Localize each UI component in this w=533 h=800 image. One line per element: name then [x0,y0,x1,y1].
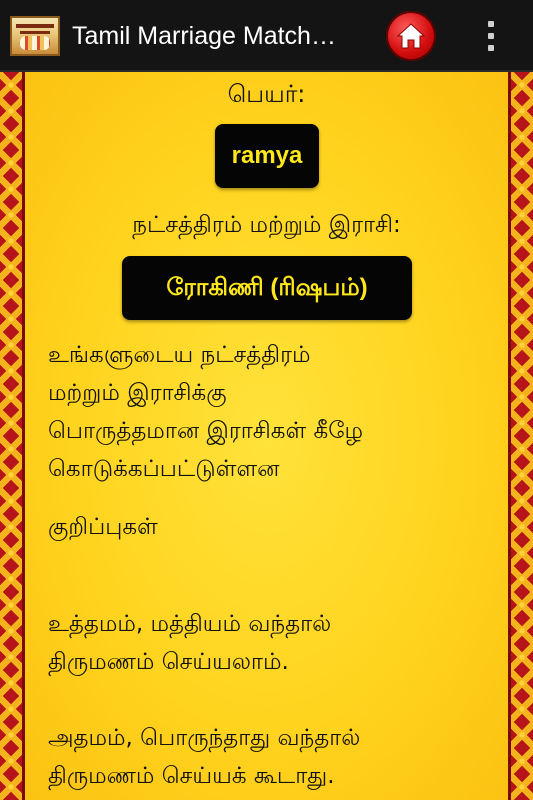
star-rasi-label: நட்சத்திரம் மற்றும் இராசி: [132,212,401,238]
border-divider-right [508,72,511,800]
name-value-button[interactable]: ramya [215,124,319,188]
note-2-line: அதமம், பொருந்தாது வந்தால் [48,725,361,751]
note-2: அதமம், பொருந்தாது வந்தால் திருமணம் செய்ய… [48,719,488,795]
notes-heading: குறிப்புகள் [48,514,158,540]
description-line: கொடுக்கப்பட்டுள்ளன [48,456,280,482]
home-icon [396,23,426,49]
note-1: உத்தமம், மத்தியம் வந்தால் திருமணம் செய்ய… [48,605,488,681]
note-1-line: திருமணம் செய்யலாம். [48,649,289,675]
app-title: Tamil Marriage Match… [72,22,336,50]
note-2-line: திருமணம் செய்யக் கூடாது. [48,763,335,789]
main-content: பெயர்: ramya நட்சத்திரம் மற்றும் இராசி: … [25,72,508,800]
description-line: பொருத்தமான இராசிகள் கீழே [48,418,364,444]
note-1-line: உத்தமம், மத்தியம் வந்தால் [48,611,332,637]
app-screen: Tamil Marriage Match… பெயர்: ramya நட்சத… [0,0,533,800]
decorative-border-left [0,72,22,800]
app-logo-icon[interactable] [10,16,60,56]
decorative-border-right [511,72,533,800]
description-line: மற்றும் இராசிக்கு [48,380,227,406]
home-button[interactable] [386,11,436,61]
overflow-menu-icon [488,21,494,27]
overflow-menu-button[interactable] [478,18,504,54]
star-value-button[interactable]: ரோகிணி (ரிஷபம்) [122,256,412,320]
name-label: பெயர்: [227,80,306,108]
action-bar: Tamil Marriage Match… [0,0,533,72]
description-line: உங்களுடைய நட்சத்திரம் [48,342,311,368]
description-text: உங்களுடைய நட்சத்திரம் மற்றும் இராசிக்கு … [48,336,488,488]
